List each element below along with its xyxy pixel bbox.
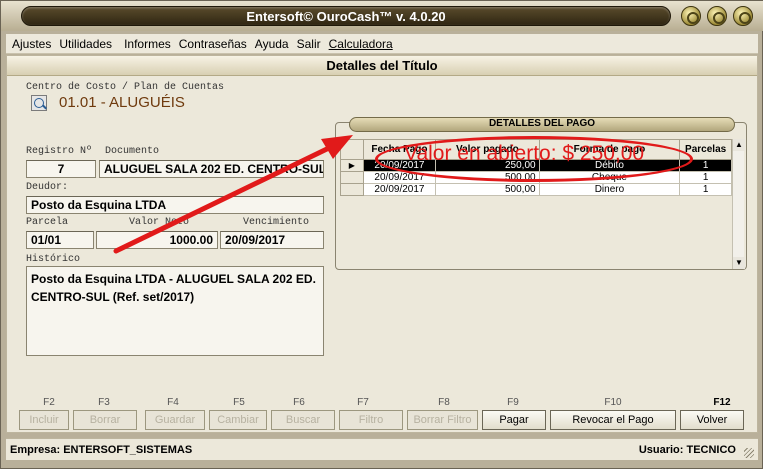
- status-usuario: Usuario: TECNICO: [638, 443, 736, 456]
- status-bar: Empresa: ENTERSOFT_SISTEMAS Usuario: TEC…: [6, 438, 758, 460]
- guardar-button[interactable]: Guardar: [145, 410, 205, 430]
- filtro-button[interactable]: Filtro: [339, 410, 403, 430]
- fkey-f12: F12: [713, 397, 731, 408]
- fkey-f4: F4: [167, 397, 179, 408]
- fkey-f5: F5: [233, 397, 245, 408]
- borrar-filtro-button[interactable]: Borrar Filtro: [407, 410, 478, 430]
- status-empresa: Empresa: ENTERSOFT_SISTEMAS: [10, 443, 193, 456]
- fkey-f6: F6: [293, 397, 305, 408]
- fkey-f2: F2: [43, 397, 55, 408]
- cambiar-button[interactable]: Cambiar: [209, 410, 267, 430]
- volver-button[interactable]: Volver: [680, 410, 744, 430]
- fkey-f9: F9: [507, 397, 519, 408]
- incluir-button[interactable]: Incluir: [19, 410, 69, 430]
- revocar-pago-button[interactable]: Revocar el Pago: [550, 410, 676, 430]
- fkey-f7: F7: [357, 397, 369, 408]
- borrar-button[interactable]: Borrar: [73, 410, 137, 430]
- fkey-f8: F8: [438, 397, 450, 408]
- pagar-button[interactable]: Pagar: [482, 410, 546, 430]
- buscar-button[interactable]: Buscar: [271, 410, 335, 430]
- resize-grip-icon[interactable]: [744, 448, 754, 458]
- function-key-labels: F2 F3 F4 F5 F6 F7 F8 F9 F10 F12: [6, 397, 758, 409]
- fkey-f3: F3: [98, 397, 110, 408]
- app-window: Entersoft© OuroCash™ v. 4.0.20 Ajustes U…: [0, 0, 763, 469]
- fkey-f10: F10: [604, 397, 622, 408]
